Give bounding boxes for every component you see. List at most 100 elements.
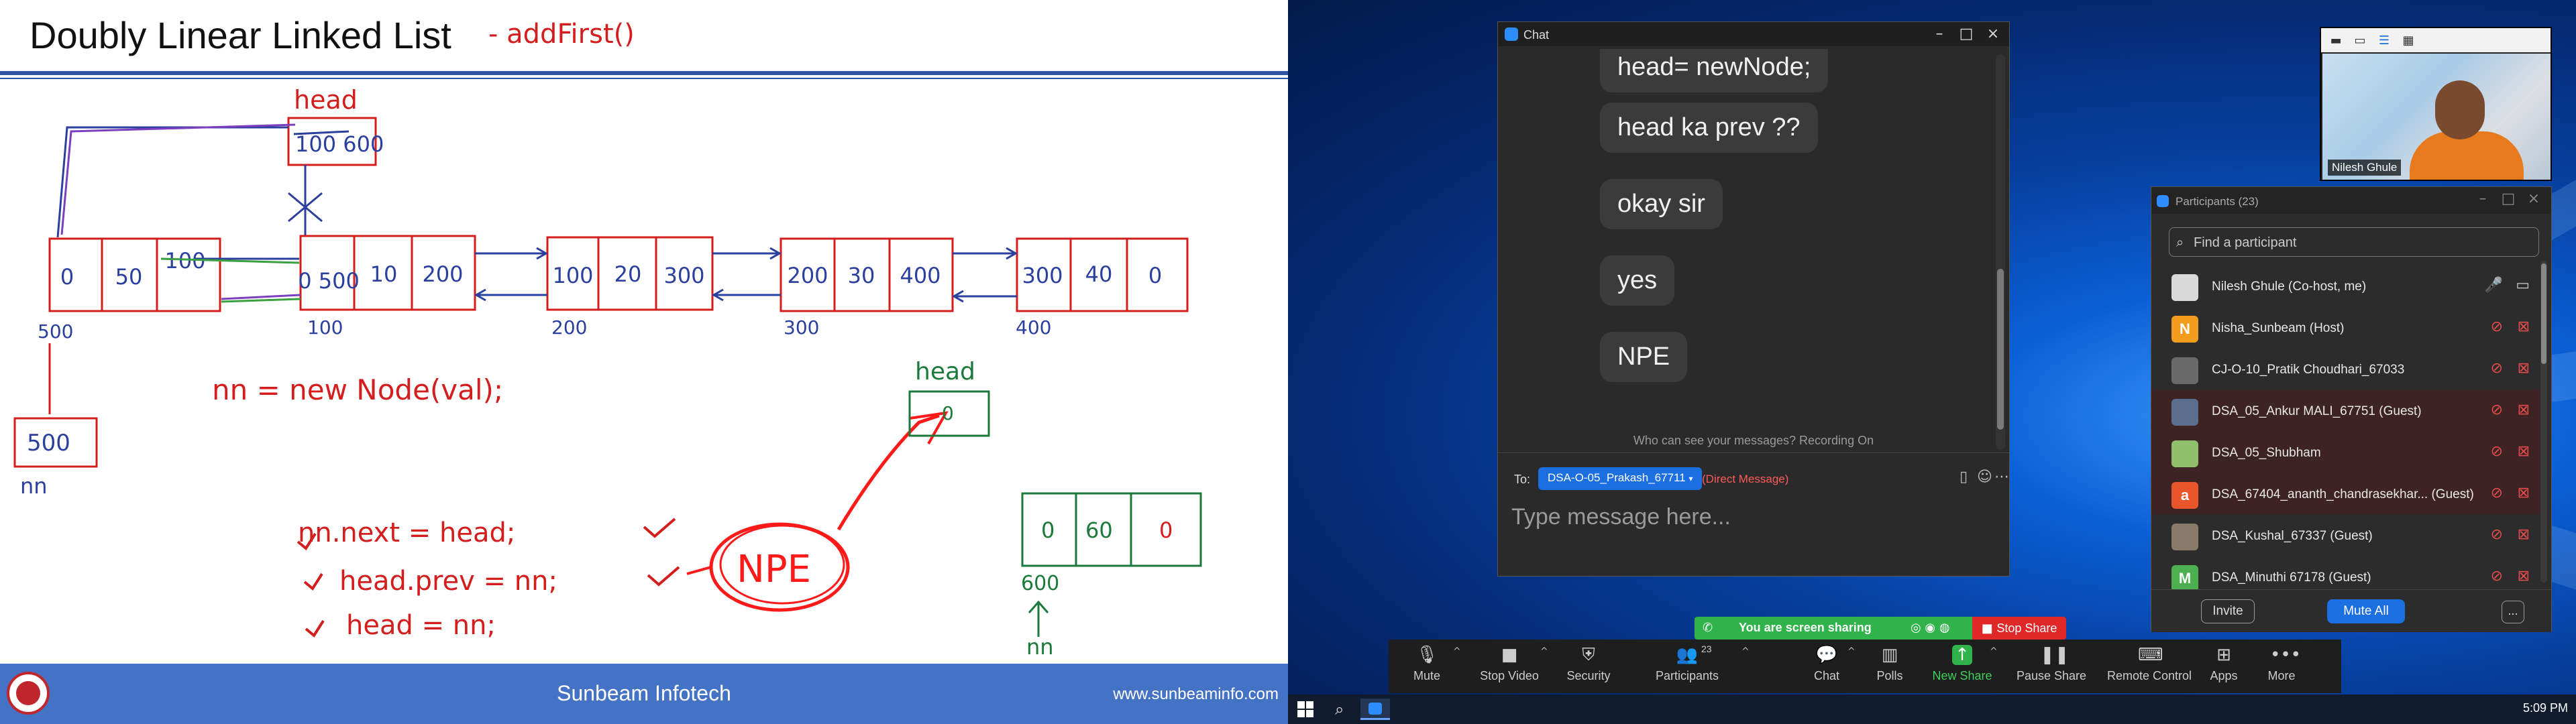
more-button[interactable]: ••• More	[2258, 640, 2305, 693]
minimize-icon[interactable]: –	[2471, 190, 2495, 208]
file-icon[interactable]: ▯	[1960, 469, 1968, 485]
recipient-name: DSA-O-05_Prakash_67711	[1548, 471, 1686, 484]
participant-row[interactable]: CJ-O-10_Pratik Choudhari_67033 ⊘ ⊠	[2151, 348, 2543, 389]
mute-button[interactable]: 🎙 Mute	[1403, 640, 1450, 693]
security-button[interactable]: ⛨ Security	[1559, 640, 1618, 693]
slide-footer: Sunbeam Infotech www.sunbeaminfo.com	[0, 664, 1288, 724]
apps-button[interactable]: ⊞ Apps	[2200, 640, 2247, 693]
to-label: To:	[1514, 473, 1531, 486]
mute-all-button[interactable]: Mute All	[2327, 599, 2405, 623]
close-icon[interactable]: ×	[2522, 190, 2546, 208]
step-2-statement: head.prev = nn;	[339, 566, 557, 597]
taskbar-zoom-app[interactable]	[1360, 699, 1390, 720]
chevron-up-icon[interactable]: ^	[1540, 646, 1548, 657]
node-3-addr: 200	[551, 316, 587, 339]
microphone-icon: 🎙	[1415, 645, 1438, 665]
pause-icon: ❚❚	[2040, 645, 2070, 665]
more-button[interactable]: ...	[2502, 601, 2524, 623]
node-2-addr: 100	[307, 316, 343, 339]
screen-sharing-bar[interactable]: ✆ You are screen sharing ◎ ◉ ◍	[1695, 617, 1972, 640]
search-icon[interactable]: ⌕	[1335, 700, 1344, 719]
windows-start-icon[interactable]	[1296, 700, 1315, 719]
green-node-addr: 600	[1021, 572, 1059, 595]
participant-name: Nilesh Ghule (Co-host, me)	[2212, 280, 2367, 294]
chevron-up-icon[interactable]: ^	[1741, 646, 1750, 657]
more-icon: •••	[2270, 645, 2302, 665]
message-input[interactable]	[1511, 497, 1994, 537]
new-share-button[interactable]: ↑ New Share	[1925, 640, 1999, 693]
participant-row[interactable]: N Nisha_Sunbeam (Host) ⊘ ⊠	[2151, 306, 2543, 348]
participant-row[interactable]: a DSA_67404_ananth_chandrasekhar... (Gues…	[2151, 473, 2543, 514]
phone-icon: ✆	[1703, 621, 1713, 635]
chat-titlebar: Chat – □ ×	[1498, 22, 2009, 46]
node-2-data: 10	[370, 261, 398, 287]
chevron-up-icon[interactable]: ^	[1990, 646, 1998, 657]
zoom-logo-icon	[1505, 27, 1518, 41]
maximize-icon[interactable]: □	[2496, 190, 2520, 208]
participant-row[interactable]: DSA_05_Shubham ⊘ ⊠	[2151, 431, 2543, 473]
participants-button[interactable]: 👥 23 Participants	[1644, 640, 1731, 693]
close-icon[interactable]: ×	[1981, 25, 2005, 44]
stop-icon: ■	[1981, 621, 1997, 636]
chat-message: okay sir	[1600, 179, 1723, 229]
zoom-logo-icon	[2157, 195, 2169, 207]
search-icon: ⌕	[2176, 234, 2184, 250]
thumbnail-view-icon[interactable]: ▭	[2352, 34, 2368, 48]
participant-row[interactable]: DSA_Kushal_67337 (Guest) ⊘ ⊠	[2151, 514, 2543, 556]
avatar: N	[2171, 316, 2198, 343]
chat-window: Chat – □ × head= newNode; head ka prev ?…	[1497, 21, 2010, 577]
participant-search-input[interactable]	[2194, 233, 2529, 252]
speaker-view-icon[interactable]: ☰	[2376, 34, 2392, 48]
polls-button[interactable]: ▥ Polls	[1866, 640, 1913, 693]
participants-icon: 👥	[1676, 645, 1699, 665]
minimize-icon[interactable]: –	[1927, 25, 1951, 44]
green-nn-label: nn	[1026, 634, 1054, 660]
green-head-value: 0	[942, 402, 954, 424]
video-off-icon: ⊠	[2517, 568, 2530, 585]
participants-title: Participants (23)	[2176, 195, 2259, 208]
node-4-addr: 300	[784, 316, 819, 339]
node-5-data: 40	[1085, 261, 1113, 287]
green-node-prev: 0	[1041, 518, 1055, 543]
maximize-icon[interactable]: □	[1954, 25, 1978, 44]
gallery-view-icon[interactable]: ▦	[2400, 34, 2416, 48]
footer-company: Sunbeam Infotech	[557, 681, 731, 705]
participant-name: DSA_05_Shubham	[2212, 446, 2321, 460]
video-thumbnail[interactable]: ▬ ▭ ☰ ▦ Nilesh Ghule	[2320, 27, 2552, 181]
mic-muted-icon: ⊘	[2490, 568, 2503, 585]
emoji-icon[interactable]: ☺	[1977, 469, 1992, 485]
recipient-dropdown[interactable]: DSA-O-05_Prakash_67711 ▾	[1538, 467, 1703, 490]
node-4-next: 400	[900, 263, 941, 288]
chevron-up-icon[interactable]: ^	[1847, 646, 1856, 657]
stop-video-button[interactable]: ■ Stop Video	[1469, 640, 1550, 693]
chat-window-title: Chat	[1523, 28, 1550, 42]
pause-share-button[interactable]: ❚❚ Pause Share	[2011, 640, 2092, 693]
remote-control-button[interactable]: ⌨ Remote Control	[2102, 640, 2196, 693]
taskbar-clock[interactable]: 5:09 PM	[2523, 701, 2568, 715]
nn-label: nn	[20, 473, 48, 499]
chevron-up-icon[interactable]: ^	[1453, 646, 1461, 657]
chat-message: head= newNode;	[1600, 49, 1829, 93]
invite-button[interactable]: Invite	[2201, 599, 2255, 623]
participant-search[interactable]: ⌕	[2169, 227, 2539, 257]
chat-button[interactable]: 💬 Chat	[1803, 640, 1850, 693]
recording-notice[interactable]: Who can see your messages? Recording On	[1498, 434, 2009, 448]
participant-name: DSA_Kushal_67337 (Guest)	[2212, 529, 2373, 543]
green-head-label: head	[915, 358, 975, 385]
participants-scrollbar[interactable]	[2540, 261, 2547, 583]
participant-row[interactable]: DSA_05_Ankur MALI_67751 (Guest) ⊘ ⊠	[2151, 389, 2543, 431]
heading-note: - addFirst()	[488, 19, 635, 50]
participant-row[interactable]: Nilesh Ghule (Co-host, me) 🎤 ▭	[2151, 265, 2543, 306]
stop-share-button[interactable]: ■ Stop Share	[1972, 617, 2066, 640]
head-old-arrow	[56, 126, 288, 238]
avatar	[2171, 399, 2198, 426]
chat-scrollbar[interactable]	[1996, 54, 2005, 450]
participant-name: DSA_67404_ananth_chandrasekhar... (Guest…	[2212, 487, 2474, 501]
participant-name: DSA_05_Ankur MALI_67751 (Guest)	[2212, 404, 2422, 418]
more-options-icon[interactable]: ⋯	[1994, 469, 2009, 485]
node-3-next: 300	[663, 263, 704, 288]
participants-actions: Invite Mute All ...	[2151, 589, 2551, 632]
nn-box-value: 500	[27, 430, 70, 457]
minimize-video-icon[interactable]: ▬	[2328, 34, 2344, 48]
npe-arrow	[837, 414, 940, 531]
